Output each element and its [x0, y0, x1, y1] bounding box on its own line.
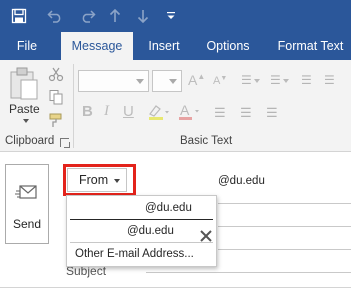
tab-options[interactable]: Options: [198, 32, 258, 60]
paste-button-label[interactable]: Paste: [9, 102, 40, 123]
from-address: @du.edu: [218, 175, 265, 187]
font-size-box[interactable]: [152, 70, 182, 92]
send-icon: [15, 183, 39, 205]
cc-field-line[interactable]: [218, 226, 351, 227]
send-button[interactable]: Send: [5, 164, 49, 244]
tab-file[interactable]: File: [8, 32, 46, 60]
bold-icon[interactable]: B: [82, 103, 93, 120]
align-center-icon[interactable]: ☰: [240, 105, 252, 121]
decrease-indent-icon[interactable]: ☰: [301, 73, 312, 87]
grow-font-icon[interactable]: A▲: [188, 72, 205, 88]
tab-format-text[interactable]: Format Text: [270, 32, 351, 60]
copy-icon[interactable]: [48, 89, 64, 105]
svg-text:A: A: [180, 102, 190, 118]
from-dropdown-menu: @du.edu @du.edu Other E-mail Address...: [66, 195, 217, 267]
undo-icon[interactable]: [44, 0, 66, 32]
cut-icon[interactable]: [48, 66, 64, 82]
arrow-down-icon[interactable]: [134, 0, 152, 32]
align-left-icon[interactable]: ☰: [214, 105, 226, 121]
qat-customize-icon[interactable]: [164, 0, 178, 32]
remove-account-icon[interactable]: [199, 229, 213, 243]
format-painter-icon[interactable]: [48, 112, 64, 128]
to-field-line[interactable]: [218, 203, 351, 204]
save-icon[interactable]: [8, 0, 30, 32]
highlight-color-icon[interactable]: [147, 103, 171, 121]
tab-insert[interactable]: Insert: [140, 32, 188, 60]
send-button-label: Send: [12, 217, 42, 231]
italic-icon[interactable]: I: [104, 103, 109, 120]
other-email-address-item[interactable]: Other E-mail Address...: [67, 248, 216, 260]
align-right-icon[interactable]: ☰: [266, 105, 278, 121]
clipboard-launcher-icon[interactable]: [60, 138, 70, 148]
basic-text-group-label: Basic Text: [180, 135, 233, 147]
redo-icon[interactable]: [77, 0, 99, 32]
font-color-icon[interactable]: A: [178, 102, 202, 122]
arrow-up-icon[interactable]: [106, 0, 124, 32]
tab-message[interactable]: Message: [61, 32, 133, 60]
bullets-icon[interactable]: ☰: [241, 73, 260, 87]
body-divider: [0, 287, 351, 288]
bcc-field-line[interactable]: [218, 249, 351, 250]
clipboard-group-label: Clipboard: [5, 135, 55, 147]
menu-separator: [70, 219, 213, 220]
account-item[interactable]: @du.edu: [67, 202, 216, 214]
font-name-box[interactable]: [78, 70, 149, 92]
paste-icon[interactable]: [8, 66, 38, 100]
group-separator: [73, 64, 74, 148]
account-item[interactable]: @du.edu: [67, 225, 216, 237]
from-button-highlight: [63, 164, 136, 196]
menu-separator: [70, 242, 213, 243]
shrink-font-icon[interactable]: A▼: [213, 75, 227, 87]
numbering-icon[interactable]: ☰: [270, 73, 289, 87]
underline-icon[interactable]: U: [123, 103, 134, 120]
increase-indent-icon[interactable]: ☰: [324, 73, 335, 87]
subject-field-line[interactable]: [146, 272, 351, 273]
